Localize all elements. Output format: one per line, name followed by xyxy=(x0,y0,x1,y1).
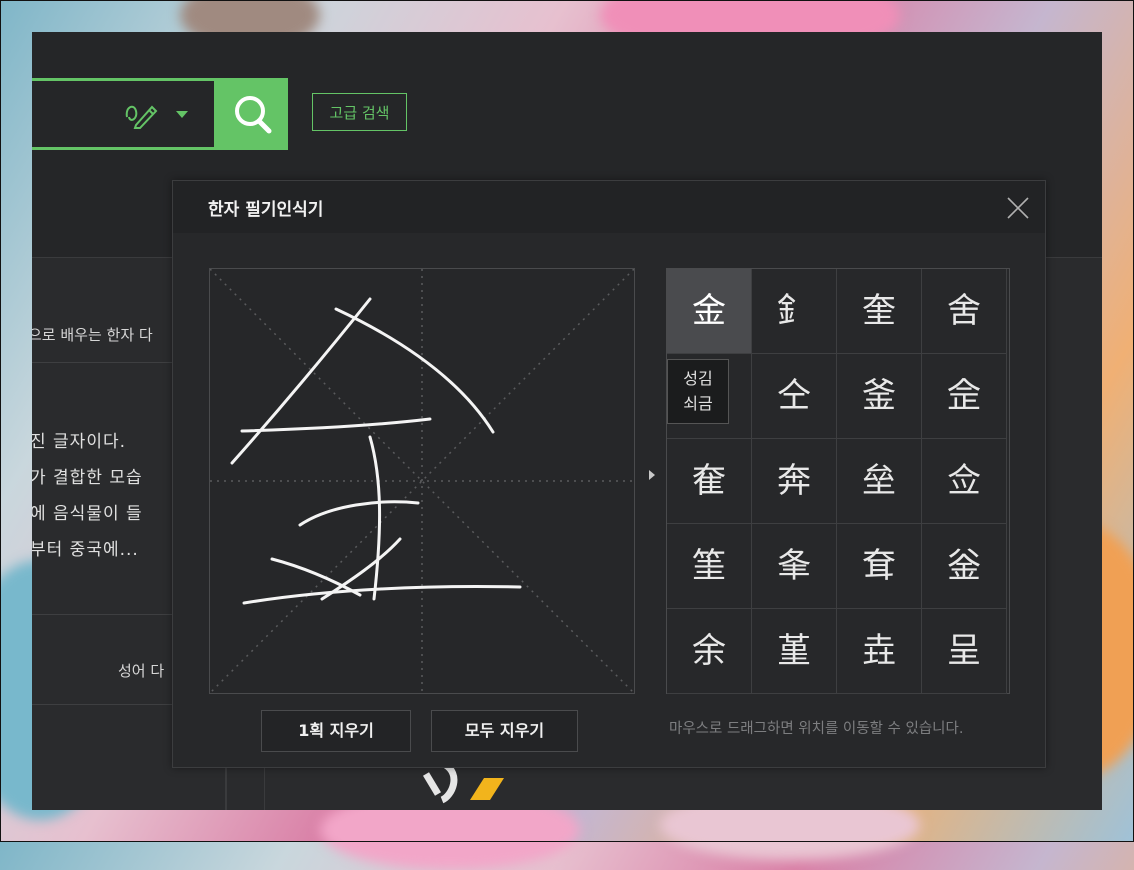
candidate-cell[interactable]: 奎 xyxy=(837,269,922,354)
candidate-cell[interactable]: 筀 xyxy=(667,524,752,609)
candidate-cell[interactable]: 金 xyxy=(667,269,752,354)
candidate-cell[interactable]: 仝 xyxy=(752,354,837,439)
ink-stroke xyxy=(334,307,495,434)
candidate-cell[interactable]: 余 xyxy=(667,609,752,694)
description-text: 진 글자이다. 가 결합한 모습 에 음식물이 들 부터 중국에... xyxy=(32,424,143,568)
candidate-tooltip: 성김 쇠금 xyxy=(667,359,729,424)
tooltip-meaning: 쇠금 xyxy=(683,394,713,413)
candidate-cell[interactable]: 垚 xyxy=(837,609,922,694)
handwriting-dialog[interactable]: 한자 필기인식기 1획 지우기 모두 지우기 金 釒 奎 舍 仝 釜 佱 奞 奔… xyxy=(172,180,1046,768)
canvas-drawing xyxy=(210,269,634,693)
clear-all-button[interactable]: 모두 지우기 xyxy=(431,710,578,752)
candidate-cell[interactable]: 夆 xyxy=(752,524,837,609)
tooltip-reading: 성김 xyxy=(683,369,713,388)
arrow-right-icon xyxy=(649,470,655,480)
divider xyxy=(32,362,182,363)
candidate-cell[interactable]: 佱 xyxy=(922,354,1007,439)
dialog-header[interactable]: 한자 필기인식기 xyxy=(173,181,1045,233)
candidate-cell[interactable]: 釒 xyxy=(752,269,837,354)
search-input[interactable] xyxy=(32,78,217,150)
candidate-cell[interactable]: 佥 xyxy=(922,439,1007,524)
magnifier-icon xyxy=(235,96,272,134)
candidate-cell[interactable]: 耷 xyxy=(837,524,922,609)
ink-stroke xyxy=(368,435,382,601)
handwriting-pen-icon[interactable] xyxy=(124,99,158,129)
candidate-cell[interactable]: 奞 xyxy=(667,439,752,524)
candidate-cell[interactable]: 呈 xyxy=(922,609,1007,694)
candidate-cell[interactable]: 釡 xyxy=(922,524,1007,609)
divider xyxy=(32,614,182,615)
candidate-cell[interactable]: 舍 xyxy=(922,269,1007,354)
description-line: 부터 중국에... xyxy=(32,540,139,560)
description-line: 진 글자이다. xyxy=(32,432,127,452)
drag-hint: 마우스로 드래그하면 위치를 이동할 수 있습니다. xyxy=(669,721,964,737)
chevron-down-icon[interactable] xyxy=(176,111,188,118)
ink-stroke xyxy=(298,500,420,527)
drawing-canvas[interactable] xyxy=(209,268,635,694)
advanced-search-button[interactable]: 고급 검색 xyxy=(312,93,407,131)
dialog-title: 한자 필기인식기 xyxy=(208,200,324,220)
search-button[interactable] xyxy=(217,78,288,150)
description-line: 에 음식물이 들 xyxy=(32,504,143,524)
candidate-cell[interactable]: 垒 xyxy=(837,439,922,524)
ink-stroke xyxy=(230,297,372,465)
close-icon[interactable] xyxy=(1001,191,1035,225)
description-line: 가 결합한 모습 xyxy=(32,468,143,488)
candidate-cell[interactable]: 奔 xyxy=(752,439,837,524)
candidate-cell[interactable]: 堇 xyxy=(752,609,837,694)
clear-one-stroke-button[interactable]: 1획 지우기 xyxy=(261,710,411,752)
ink-stroke xyxy=(242,585,522,605)
candidate-cell[interactable]: 釜 xyxy=(837,354,922,439)
divider xyxy=(32,704,182,705)
candidate-grid: 金 釒 奎 舍 仝 仝 釜 佱 奞 奔 垒 佥 筀 夆 耷 釡 余 堇 垚 呈 xyxy=(666,268,1010,694)
